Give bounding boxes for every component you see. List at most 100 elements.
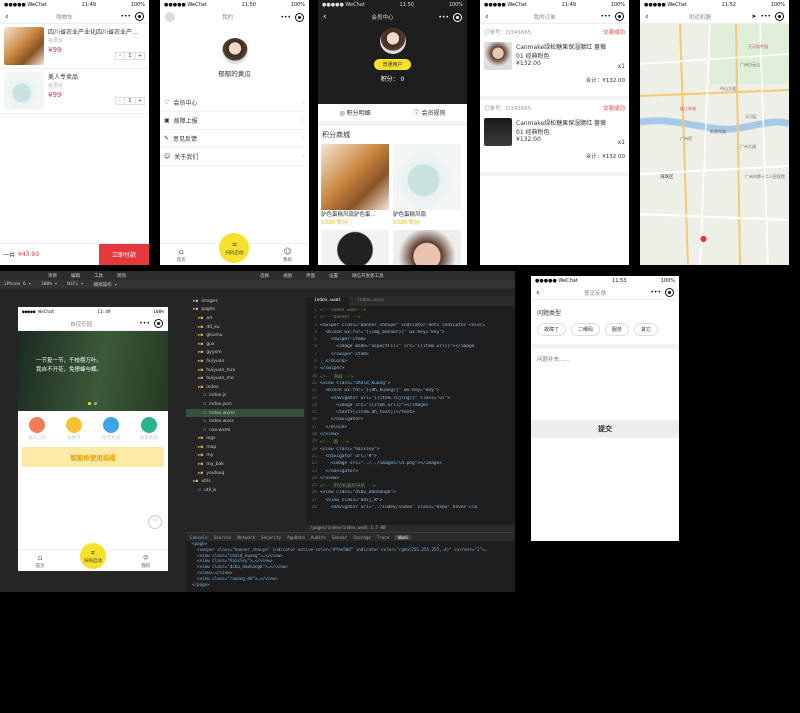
console-tab[interactable]: Sources: [214, 535, 232, 540]
minus-button[interactable]: -: [116, 98, 124, 104]
wxml-node[interactable]: </page>: [186, 582, 515, 588]
rules-link[interactable]: ⓘ 会员规则: [414, 108, 446, 117]
close-icon[interactable]: [665, 288, 674, 297]
menu-item[interactable]: 选择: [260, 273, 269, 279]
console-tab[interactable]: Wxml: [395, 534, 412, 540]
device-select[interactable]: iPhone 6 ▾: [4, 282, 31, 287]
menu-item[interactable]: 微信开发者工具: [352, 273, 384, 279]
tree-item[interactable]: ▸▪ my_bak: [186, 460, 304, 469]
goods-item[interactable]: 驴色蛋糕风扇驴色蛋... 2320 积分: [321, 144, 389, 226]
banner-image[interactable]: 一节复一节，千枝攒万叶。 我自不开花，免撩蜂与蝶。 ● ●: [18, 331, 168, 411]
more-icon[interactable]: •••: [280, 14, 291, 21]
tree-item[interactable]: ▸▪ huiyuan: [186, 357, 304, 366]
menu-item[interactable]: 设置: [329, 273, 338, 279]
back-icon[interactable]: ‹: [536, 288, 540, 298]
capsule[interactable]: •••: [650, 288, 674, 297]
editor-tab[interactable]: index.wxml: [306, 297, 350, 306]
tree-item[interactable]: ▸▪ youhuiq: [186, 469, 304, 478]
locate-icon[interactable]: ➤: [751, 13, 756, 20]
close-icon[interactable]: [135, 12, 144, 21]
map-marker-icon[interactable]: ●: [700, 234, 707, 243]
order-card[interactable]: 订单号：D345665 交易成功 Canmake绿松糖果保湿腮红 蔷薇 01 经典…: [480, 24, 629, 100]
capsule[interactable]: •••: [438, 12, 462, 22]
goods-item[interactable]: 驴色蛋糕风扇 2320 积分: [393, 144, 461, 226]
console-tab[interactable]: Audits: [311, 535, 326, 540]
capsule[interactable]: •••: [280, 12, 304, 22]
back-icon[interactable]: ‹: [485, 12, 489, 22]
menu-item[interactable]: 视图: [283, 273, 292, 279]
tree-item[interactable]: ▸▪ logs: [186, 435, 304, 444]
minus-button[interactable]: -: [116, 53, 124, 59]
icon-orders[interactable]: 我的订单: [28, 417, 46, 441]
console-tab[interactable]: Storage: [353, 535, 371, 540]
chip-other[interactable]: 其它: [634, 323, 659, 336]
tree-item[interactable]: ▸▪ map: [186, 443, 304, 452]
quantity-stepper[interactable]: -1 +: [115, 52, 145, 60]
menu-item-about[interactable]: ☺ 关于我们 ›: [160, 148, 309, 166]
close-icon[interactable]: [615, 12, 624, 21]
close-icon[interactable]: [294, 12, 304, 22]
icon-service[interactable]: 联系客服: [140, 417, 158, 441]
guide-banner[interactable]: 智能柜使用指南: [22, 447, 164, 467]
scan-button[interactable]: ⌗ 扫码启动: [79, 543, 106, 569]
tree-item[interactable]: ▫ index.js: [186, 392, 304, 401]
submit-button[interactable]: 提交: [531, 420, 679, 438]
plus-button[interactable]: +: [136, 53, 144, 59]
goods-item[interactable]: [393, 230, 461, 265]
icon-coupon[interactable]: 优惠券: [66, 417, 82, 441]
tab-me[interactable]: ☺ 我的: [141, 553, 150, 569]
zoom-select[interactable]: 100% ▾: [41, 282, 57, 287]
order-card[interactable]: 订单号：D345665 交易成功 Canmake绿松糖果保湿腮红 蔷薇 01 经典…: [480, 100, 629, 176]
menu-item-report[interactable]: ▣ 故障上报 ›: [160, 112, 309, 130]
tree-item[interactable]: ▫ util.js: [186, 486, 304, 495]
map-view[interactable]: 天河软件园 中山大道 广州大道 珠江新城 海珠区 新港东路 广州塔 广州市第十二…: [640, 23, 789, 265]
more-icon[interactable]: •••: [760, 13, 771, 20]
more-icon[interactable]: •••: [600, 13, 611, 20]
avatar[interactable]: [221, 38, 248, 64]
tree-item[interactable]: ▫ index.json: [186, 400, 304, 409]
more-icon[interactable]: •••: [650, 289, 661, 296]
home-icon[interactable]: [165, 12, 175, 22]
close-icon[interactable]: [153, 319, 163, 328]
console-tab[interactable]: Console: [190, 535, 208, 540]
more-icon[interactable]: •••: [120, 13, 131, 20]
code-lines[interactable]: 1 <!--index.wxml--> 2 <!-- banner --> 3 <swip…: [306, 306, 515, 512]
back-icon[interactable]: ‹: [323, 12, 327, 22]
menu-item[interactable]: 项目: [48, 273, 57, 279]
tab-me[interactable]: ☺ 我的: [283, 247, 292, 263]
chip-service[interactable]: 服务: [605, 323, 630, 336]
tab-home[interactable]: ⌂ 首页: [36, 553, 45, 569]
tree-item[interactable]: ▫ index.wxss: [186, 417, 304, 426]
quantity-stepper[interactable]: -1 +: [115, 97, 145, 105]
more-icon[interactable]: •••: [438, 14, 449, 21]
tree-item[interactable]: ▸▪ glsvmu: [186, 331, 304, 340]
close-icon[interactable]: [453, 12, 462, 22]
console-tab[interactable]: Trace: [377, 535, 390, 540]
console-tab[interactable]: Security: [261, 535, 281, 540]
wxml-tree[interactable]: <page> <swiper class="banner_shouye" ind…: [186, 541, 515, 587]
menu-item[interactable]: 工具: [94, 273, 103, 279]
scan-button[interactable]: ⌗ 扫码启动: [219, 233, 250, 263]
tree-item[interactable]: ▸▪ gyyxm: [186, 349, 304, 358]
tree-item[interactable]: ▸▪ utils: [186, 477, 304, 486]
menu-item[interactable]: 编辑: [71, 273, 80, 279]
chip-qrcode[interactable]: 二维码: [571, 323, 601, 336]
cart-float-icon[interactable]: ⊔: [148, 515, 162, 529]
pay-button[interactable]: 立即付款: [99, 244, 149, 265]
menu-item[interactable]: 转到: [117, 273, 126, 279]
tree-item[interactable]: ▫ index.wxml: [186, 408, 304, 418]
menu-item-feedback[interactable]: ✎ 意见反馈 ›: [160, 130, 309, 148]
console-tab[interactable]: Network: [237, 535, 255, 540]
chip-fault[interactable]: 故障了: [537, 323, 567, 336]
tree-item[interactable]: ▸▪ huiyuan_mo: [186, 374, 304, 383]
console-tab[interactable]: AppData: [287, 535, 305, 540]
menu-item[interactable]: 界面: [306, 273, 315, 279]
capsule[interactable]: ➤ •••: [751, 12, 784, 21]
plus-button[interactable]: +: [136, 98, 144, 104]
cart-item[interactable]: 四川省农业产业化四川省农业产... 会员价 ¥99 -1 +: [0, 24, 149, 69]
tree-item[interactable]: ▸▪ huiyuan_hua: [186, 366, 304, 375]
tree-item[interactable]: ▸▪ gux: [186, 340, 304, 349]
icon-nearby[interactable]: 附近机器: [102, 417, 120, 441]
tree-item[interactable]: ▸▪ pages: [186, 306, 304, 315]
tab-home[interactable]: ⌂ 首页: [177, 247, 186, 263]
